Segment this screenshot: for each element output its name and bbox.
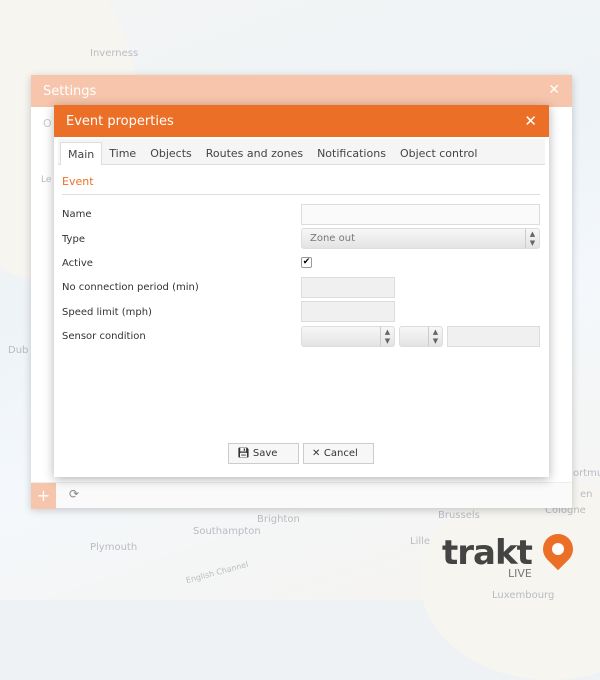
save-label: Save (252, 448, 278, 459)
tab-bar: Main Time Objects Routes and zones Notif… (58, 139, 545, 165)
map-label: Brussels (438, 510, 480, 521)
add-button[interactable]: + (31, 483, 56, 509)
no-connection-label: No connection period (min) (62, 282, 199, 293)
cancel-button[interactable]: ✕ Cancel (303, 443, 374, 464)
map-label: Luxembourg (492, 590, 555, 601)
speed-limit-input[interactable] (301, 301, 395, 322)
name-label: Name (62, 209, 92, 220)
save-button[interactable]: 💾︎ Save (228, 443, 299, 464)
map-label: en (580, 489, 593, 500)
sensor-condition-label: Sensor condition (62, 331, 146, 342)
active-checkbox[interactable]: ✔ (301, 257, 312, 268)
refresh-icon[interactable]: ⟳ (69, 487, 79, 501)
tab-time[interactable]: Time (102, 142, 143, 165)
close-icon[interactable]: ✕ (524, 112, 537, 130)
tab-notifications[interactable]: Notifications (310, 142, 393, 165)
map-label: English Channel (184, 559, 250, 586)
no-connection-input[interactable] (301, 277, 395, 298)
speed-limit-label: Speed limit (mph) (62, 307, 152, 318)
type-select[interactable]: Zone out ▲ ▼ (301, 228, 540, 249)
settings-header: Settings ✕ (31, 75, 572, 107)
tab-object-control[interactable]: Object control (393, 142, 484, 165)
logo-subtitle: LIVE (508, 567, 532, 580)
settings-title: Settings (43, 84, 97, 99)
close-icon: ✕ (312, 448, 324, 459)
settings-tab[interactable]: O (43, 117, 52, 130)
map-label: ortmu (573, 468, 600, 479)
cancel-label: Cancel (323, 448, 358, 459)
close-icon[interactable]: ✕ (548, 82, 560, 98)
map-label: Lille (410, 536, 431, 547)
sensor-value-input[interactable] (447, 326, 540, 347)
condition-select[interactable]: ▲ ▼ (399, 326, 443, 347)
type-value: Zone out (310, 233, 356, 244)
tab-objects[interactable]: Objects (143, 142, 199, 165)
map-label: Southampton (193, 526, 261, 537)
name-input[interactable] (301, 204, 540, 225)
dialog-title: Event properties (66, 114, 174, 129)
select-arrows-icon: ▲ ▼ (525, 229, 539, 248)
select-arrows-icon: ▲ ▼ (428, 327, 442, 346)
type-label: Type (62, 234, 85, 245)
sensor-select[interactable]: ▲ ▼ (301, 326, 395, 347)
tab-routes-and-zones[interactable]: Routes and zones (199, 142, 310, 165)
select-arrows-icon: ▲ ▼ (380, 327, 394, 346)
active-label: Active (62, 258, 93, 269)
map-label: Inverness (90, 48, 139, 59)
event-properties-dialog: Event properties ✕ Main Time Objects Rou… (54, 105, 549, 477)
tab-main[interactable]: Main (60, 142, 103, 165)
save-icon: 💾︎ (237, 448, 253, 459)
dialog-header: Event properties ✕ (54, 105, 549, 137)
map-label: Dub (8, 345, 29, 356)
map-label: Plymouth (90, 542, 138, 553)
map-label: Brighton (257, 514, 300, 525)
settings-text: Le (41, 175, 52, 185)
settings-footer: + ⟳ (31, 482, 572, 509)
section-title: Event (62, 175, 540, 195)
